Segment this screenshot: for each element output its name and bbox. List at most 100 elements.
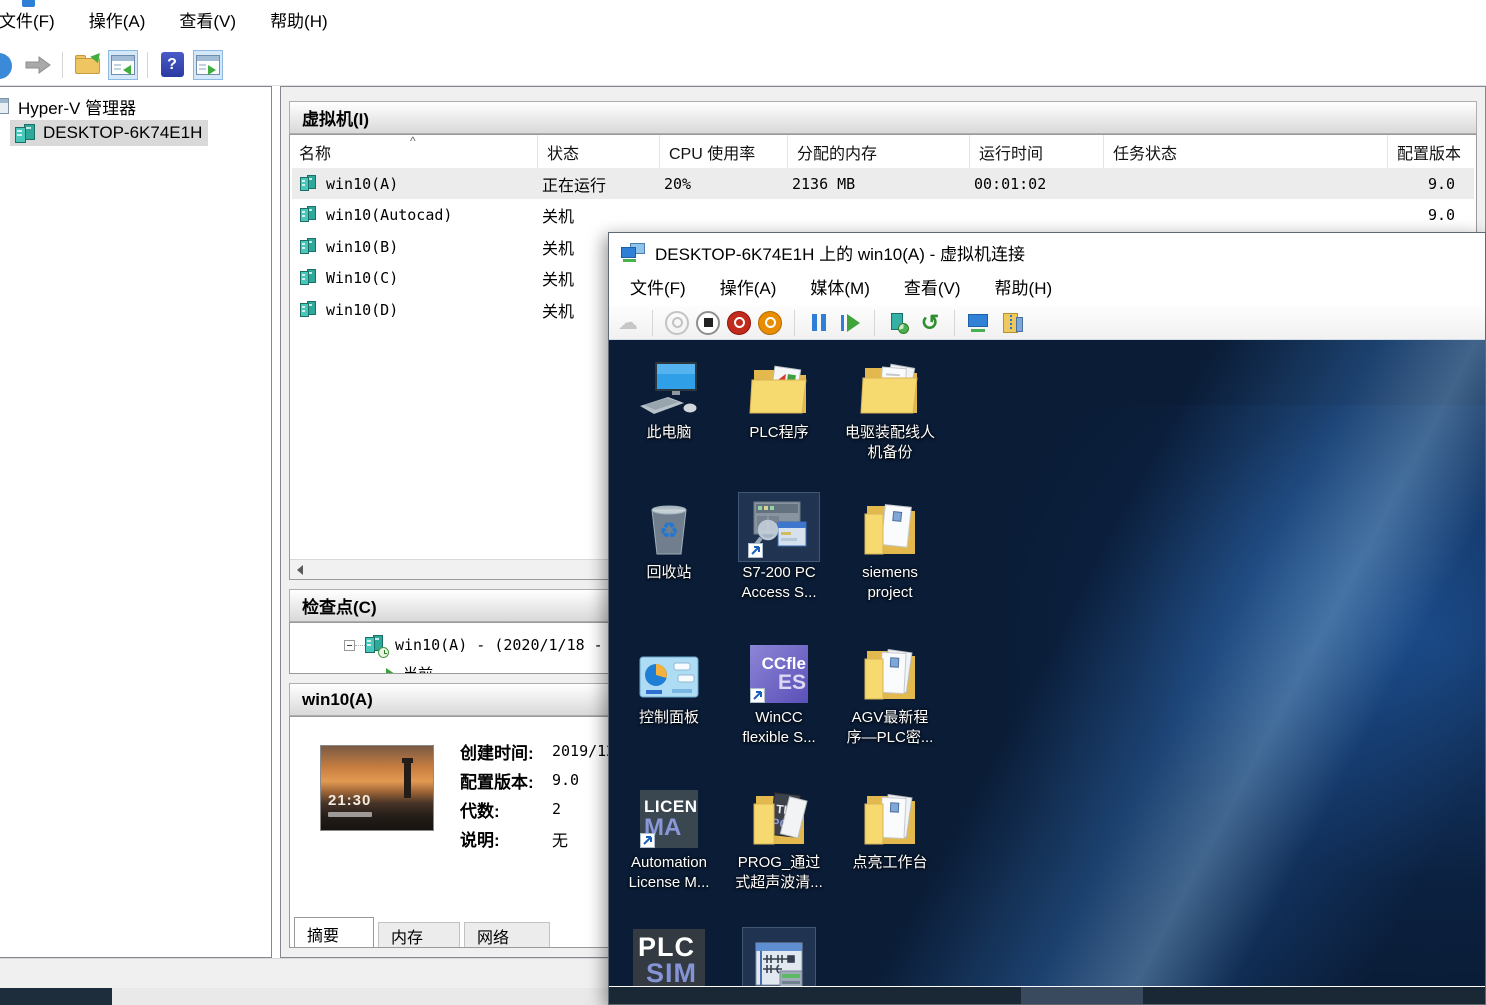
desktop-icon-recycle-bin[interactable]: ♻ 回收站 [617, 498, 721, 583]
tab-network[interactable]: 网络 [464, 922, 550, 948]
mmc-menu-action[interactable]: 操作(A) [72, 0, 163, 44]
desktop-icon-siemens-project[interactable]: siemens project [838, 498, 942, 604]
vm-uptime: 00:01:02 [974, 168, 1106, 199]
col-header-name[interactable]: 名称 [290, 135, 538, 168]
field-value: 9.0 [552, 771, 579, 789]
export-folder-icon[interactable] [72, 50, 102, 80]
vmconnect-titlebar[interactable]: DESKTOP-6K74E1H 上的 win10(A) - 虚拟机连接 [609, 233, 1485, 271]
start-icon[interactable] [664, 310, 690, 336]
host-taskbar-light-segment [112, 988, 608, 1005]
vms-section-header: 虚拟机(I) [289, 101, 1477, 134]
vm-state: 关机 [542, 199, 662, 230]
pause-icon[interactable] [806, 310, 832, 336]
desktop-icon-backup-folder[interactable]: 电驱装配线人 机备份 [838, 358, 942, 464]
thumbnail-clock: 21:30 [328, 792, 371, 809]
vm-menu-media[interactable]: 媒体(M) [793, 271, 886, 306]
shortcut-arrow-icon [750, 688, 765, 703]
scroll-left-button[interactable] [290, 560, 309, 579]
forward-icon[interactable] [23, 50, 53, 80]
desktop-icon-worktable-folder[interactable]: 点亮工作台 [838, 788, 942, 873]
checkpoints-section-title: 检查点(C) [302, 593, 377, 618]
desktop-icon-this-pc[interactable]: 此电脑 [617, 358, 721, 443]
mmc-menubar: 文件(F) 操作(A) 查看(V) 帮助(H) [0, 0, 345, 44]
enhanced-session-icon[interactable] [997, 310, 1023, 336]
tree-item-hyperv-root[interactable]: Hyper-V 管理器 [0, 93, 136, 119]
revert-icon[interactable]: ↺ [917, 310, 943, 336]
mmc-menu-file[interactable]: 文件(F) [0, 0, 72, 44]
vm-menu-file[interactable]: 文件(F) [613, 271, 703, 306]
vmconnect-window: DESKTOP-6K74E1H 上的 win10(A) - 虚拟机连接 文件(F… [608, 232, 1486, 1005]
col-header-task[interactable]: 任务状态 [1104, 135, 1388, 168]
field-label: 创建时间: [460, 739, 534, 764]
desktop-icon-s7-access[interactable]: S7-200 PC Access S... [727, 498, 831, 604]
turn-off-icon[interactable] [695, 310, 721, 336]
vm-memory: 2136 MB [792, 168, 972, 199]
desktop-icon-prog-folder[interactable]: TIA POR PROG_通过 式超声波清... [727, 788, 831, 894]
mmc-menu-help[interactable]: 帮助(H) [253, 0, 345, 44]
desktop-icon-automation-license[interactable]: LICEN MA Automation License M... [617, 788, 721, 894]
shut-down-icon[interactable] [757, 310, 783, 336]
resume-icon[interactable] [837, 310, 863, 336]
ladder-logic-icon [752, 933, 806, 986]
desktop-icon-agv-folder[interactable]: AGV最新程 序—PLC密... [838, 643, 942, 749]
desktop-icon-plc-folder[interactable]: PLC程序 [727, 358, 831, 443]
tab-summary[interactable]: 摘要 [294, 917, 374, 948]
vm-menu-help[interactable]: 帮助(H) [978, 271, 1070, 306]
col-header-state[interactable]: 状态 [538, 135, 660, 168]
table-row[interactable]: win10(A) 正在运行 20% 2136 MB 00:01:02 9.0 [292, 168, 1474, 199]
vm-thumbnail[interactable]: 21:30 [320, 745, 434, 831]
vm-version: 9.0 [1428, 168, 1477, 199]
table-row[interactable]: win10(Autocad) 关机 9.0 [292, 199, 1474, 230]
wincc-icon: CCfle ES [750, 643, 808, 703]
folder-docs-icon [859, 788, 921, 848]
recycle-glyph: ♻ [659, 518, 679, 543]
vm-menu-action[interactable]: 操作(A) [703, 271, 794, 306]
desktop-icon-control-panel[interactable]: 控制面板 [617, 643, 721, 728]
field-label: 说明: [460, 826, 500, 851]
col-header-uptime[interactable]: 运行时间 [970, 135, 1104, 168]
folder-docs-icon [859, 643, 921, 703]
checkpoint-item[interactable]: win10(A) - (2020/1/18 - 1 [344, 635, 621, 655]
vm-name: win10(A) [326, 175, 398, 193]
session-monitor-icon[interactable] [966, 310, 992, 336]
checkpoint-label: win10(A) - (2020/1/18 - 1 [395, 636, 621, 654]
s7-pc-access-icon [748, 498, 810, 558]
mmc-menu-view[interactable]: 查看(V) [162, 0, 253, 44]
license-manager-icon: LICEN MA [640, 788, 698, 848]
shortcut-arrow-icon [640, 833, 655, 848]
current-marker-icon [386, 668, 395, 675]
col-header-version[interactable]: 配置版本 [1388, 135, 1477, 168]
checkpoint-icon[interactable] [886, 310, 912, 336]
desktop-icon-wincc-flexible[interactable]: CCfle ES WinCC flexible S... [727, 643, 831, 749]
vm-name: Win10(C) [326, 269, 398, 287]
power-off-icon[interactable] [726, 310, 752, 336]
tree-item-host[interactable]: DESKTOP-6K74E1H [10, 120, 208, 146]
vm-menu-view[interactable]: 查看(V) [887, 271, 978, 306]
collapse-icon[interactable] [344, 640, 355, 651]
vm-task [1108, 168, 1390, 199]
recycle-bin-icon: ♻ [638, 498, 700, 558]
details-section-title: win10(A) [302, 690, 373, 710]
console-root-icon [0, 98, 9, 114]
action-pane-icon[interactable] [193, 50, 223, 80]
vm-taskbar-button[interactable] [1021, 987, 1143, 1004]
desktop-icon-ladder-editor[interactable] [727, 933, 831, 986]
col-header-cpu[interactable]: CPU 使用率 [660, 135, 788, 168]
tree-host-label: DESKTOP-6K74E1H [43, 123, 202, 143]
vm-cpu: 20% [664, 168, 790, 199]
vm-taskbar[interactable] [609, 987, 1485, 1004]
field-label: 配置版本: [460, 768, 534, 793]
col-header-memory[interactable]: 分配的内存 [788, 135, 970, 168]
ctrl-alt-del-icon[interactable]: ☁ [615, 310, 641, 336]
checkpoint-vm-icon [365, 635, 385, 655]
vmconnect-icon [621, 243, 645, 262]
vm-name: win10(D) [326, 301, 398, 319]
host-server-icon [14, 124, 36, 143]
tab-memory[interactable]: 内存 [378, 922, 460, 948]
desktop-icon-plcsim[interactable]: PLC SIM [617, 933, 721, 986]
folder-doc-icon [859, 498, 921, 558]
help-icon[interactable]: ? [157, 50, 187, 80]
field-label: 代数: [460, 797, 500, 822]
checkpoint-current-item[interactable]: 当前 [386, 663, 433, 674]
console-tree-icon[interactable] [108, 50, 138, 80]
